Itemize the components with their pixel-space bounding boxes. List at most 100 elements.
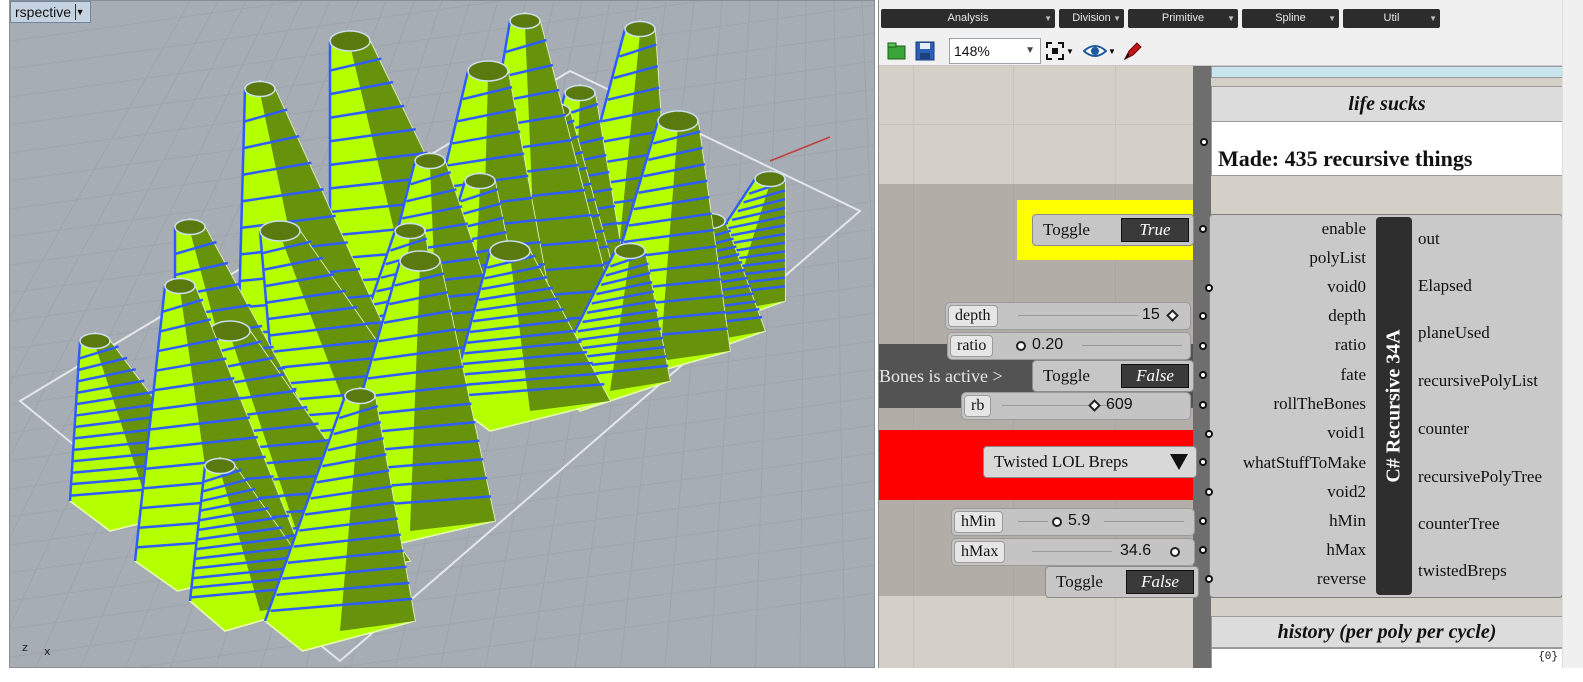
wire-port[interactable] [1199,225,1207,233]
viewport-menu-caret-icon[interactable]: ▼ [75,4,85,20]
life-panel-title[interactable]: life sucks [1211,86,1562,122]
toggle-value[interactable]: False [1126,570,1194,594]
input-param-enable[interactable]: enable [1322,219,1366,239]
preview-eye-icon[interactable] [1083,41,1107,61]
category-tab-division[interactable]: Division ▼ [1059,9,1124,28]
hmin-slider[interactable]: hMin 5.9 [951,508,1195,536]
grasshopper-canvas[interactable]: Bones is active > life sucks Made: 435 r… [879,66,1562,668]
wire-port[interactable] [1205,284,1213,292]
slider-handle-icon[interactable] [1170,547,1180,557]
wire-port[interactable] [1199,401,1207,409]
window-scrollbar[interactable] [1562,0,1583,682]
open-file-icon[interactable] [887,41,907,61]
wire-port[interactable] [1205,575,1213,583]
slider-handle-icon[interactable] [1088,399,1101,412]
panel-input-port[interactable] [1200,138,1208,146]
slider-track[interactable] [1032,551,1112,552]
toggle-value[interactable]: False [1121,364,1189,388]
wire-port[interactable] [1205,488,1213,496]
tower-top-rim [754,170,786,188]
output-param-countertree[interactable]: counterTree [1418,514,1500,534]
input-param-void2[interactable]: void2 [1327,482,1366,502]
output-param-planeused[interactable]: planeUsed [1418,323,1490,343]
category-tab-primitive[interactable]: Primitive ▼ [1128,9,1238,28]
tower-top-rim [204,457,236,475]
input-param-whatstufftomake[interactable]: whatStuffToMake [1243,453,1366,473]
input-param-ratio[interactable]: ratio [1335,335,1366,355]
zoom-extents-icon[interactable] [1045,41,1065,61]
viewport-title-tab[interactable]: rspective ▼ [10,1,92,23]
csharp-script-component[interactable]: C# Recursive 34A enable polyList void0 d… [1209,214,1562,598]
slider-handle-icon[interactable] [1052,517,1062,527]
output-param-recursivepolytree[interactable]: recursivePolyTree [1418,467,1542,487]
input-param-reverse[interactable]: reverse [1317,569,1366,589]
output-param-elapsed[interactable]: Elapsed [1418,276,1472,296]
slider-label: hMin [954,511,1003,533]
chevron-down-icon[interactable]: ▼ [1065,41,1075,61]
input-param-hmax[interactable]: hMax [1326,540,1366,560]
slider-track[interactable] [1018,521,1048,522]
sketch-icon[interactable] [1123,41,1143,61]
viewport-scene[interactable] [10,1,875,668]
wire-port[interactable] [1199,458,1207,466]
triangle-down-icon[interactable] [1170,454,1188,470]
make-type-dropdown[interactable]: Twisted LOL Breps [983,446,1197,478]
slider-value: 0.20 [1032,336,1064,353]
depth-slider[interactable]: depth 15 [945,302,1191,330]
wire-port[interactable] [1199,342,1207,350]
grid-line [754,1,779,667]
input-param-depth[interactable]: depth [1328,306,1366,326]
wire-port[interactable] [1199,371,1207,379]
category-tab-analysis[interactable]: Analysis ▼ [881,9,1055,28]
input-param-rollthebones[interactable]: rollTheBones [1273,394,1366,414]
enable-toggle[interactable]: Toggle True [1032,214,1194,246]
output-param-counter[interactable]: counter [1418,419,1469,439]
slider-track[interactable] [1082,345,1182,346]
output-param-recursivepolylist[interactable]: recursivePolyList [1418,371,1538,391]
upper-panel-edge[interactable] [1211,66,1562,78]
input-param-fate[interactable]: fate [1341,365,1366,385]
slider-handle-icon[interactable] [1016,341,1026,351]
slider-track[interactable] [1018,315,1138,316]
input-param-void1[interactable]: void1 [1327,423,1366,443]
life-panel[interactable]: Made: 435 recursive things [1211,122,1562,176]
wire-port[interactable] [1199,517,1207,525]
grid-line [833,1,846,667]
output-param-twistedbreps[interactable]: twistedBreps [1418,561,1507,581]
input-param-polylist[interactable]: polyList [1309,248,1366,268]
roll-bones-toggle[interactable]: Toggle False [1032,360,1194,392]
slider-handle-icon[interactable] [1166,309,1179,322]
ratio-slider[interactable]: ratio 0.20 [947,332,1191,360]
save-icon[interactable] [915,41,935,61]
tower-top-rim [399,250,441,272]
hmax-slider[interactable]: hMax 34.6 [951,538,1195,566]
slider-track[interactable] [1104,521,1184,522]
category-tab-spline[interactable]: Spline ▼ [1242,9,1339,28]
history-panel-title[interactable]: history (per poly per cycle) [1211,616,1562,648]
tower-top-rim [259,220,301,242]
component-name: C# Recursive 34A [1376,217,1412,595]
category-tab-util[interactable]: Util ▼ [1343,9,1440,28]
tower-top-rim [244,80,276,98]
chevron-down-icon[interactable]: ▼ [1107,41,1117,61]
canvas-toolbar: 148% ▼ ▼ ▼ [879,32,1562,66]
history-panel[interactable]: {0} [1211,648,1562,668]
input-param-hmin[interactable]: hMin [1329,511,1366,531]
zoom-select[interactable]: 148% ▼ [949,38,1041,64]
toggle-value[interactable]: True [1121,218,1189,242]
rhino-viewport[interactable]: rspective ▼ z x [9,0,875,668]
reverse-toggle[interactable]: Toggle False [1045,566,1199,598]
category-tab-label: Spline [1275,12,1306,24]
expand-arrow-icon: ▼ [1328,14,1336,23]
slider-value: 5.9 [1068,512,1091,529]
grid-line [861,1,874,300]
input-param-void0[interactable]: void0 [1327,277,1366,297]
window-bottom-edge [0,668,1583,682]
output-param-out[interactable]: out [1418,229,1440,249]
rb-slider[interactable]: rb 609 [961,392,1191,420]
wire-port[interactable] [1199,312,1207,320]
wire-port[interactable] [1205,430,1213,438]
axis-x-label: x [44,645,51,658]
wire-port[interactable] [1199,546,1207,554]
tower-top-rim [614,242,646,260]
